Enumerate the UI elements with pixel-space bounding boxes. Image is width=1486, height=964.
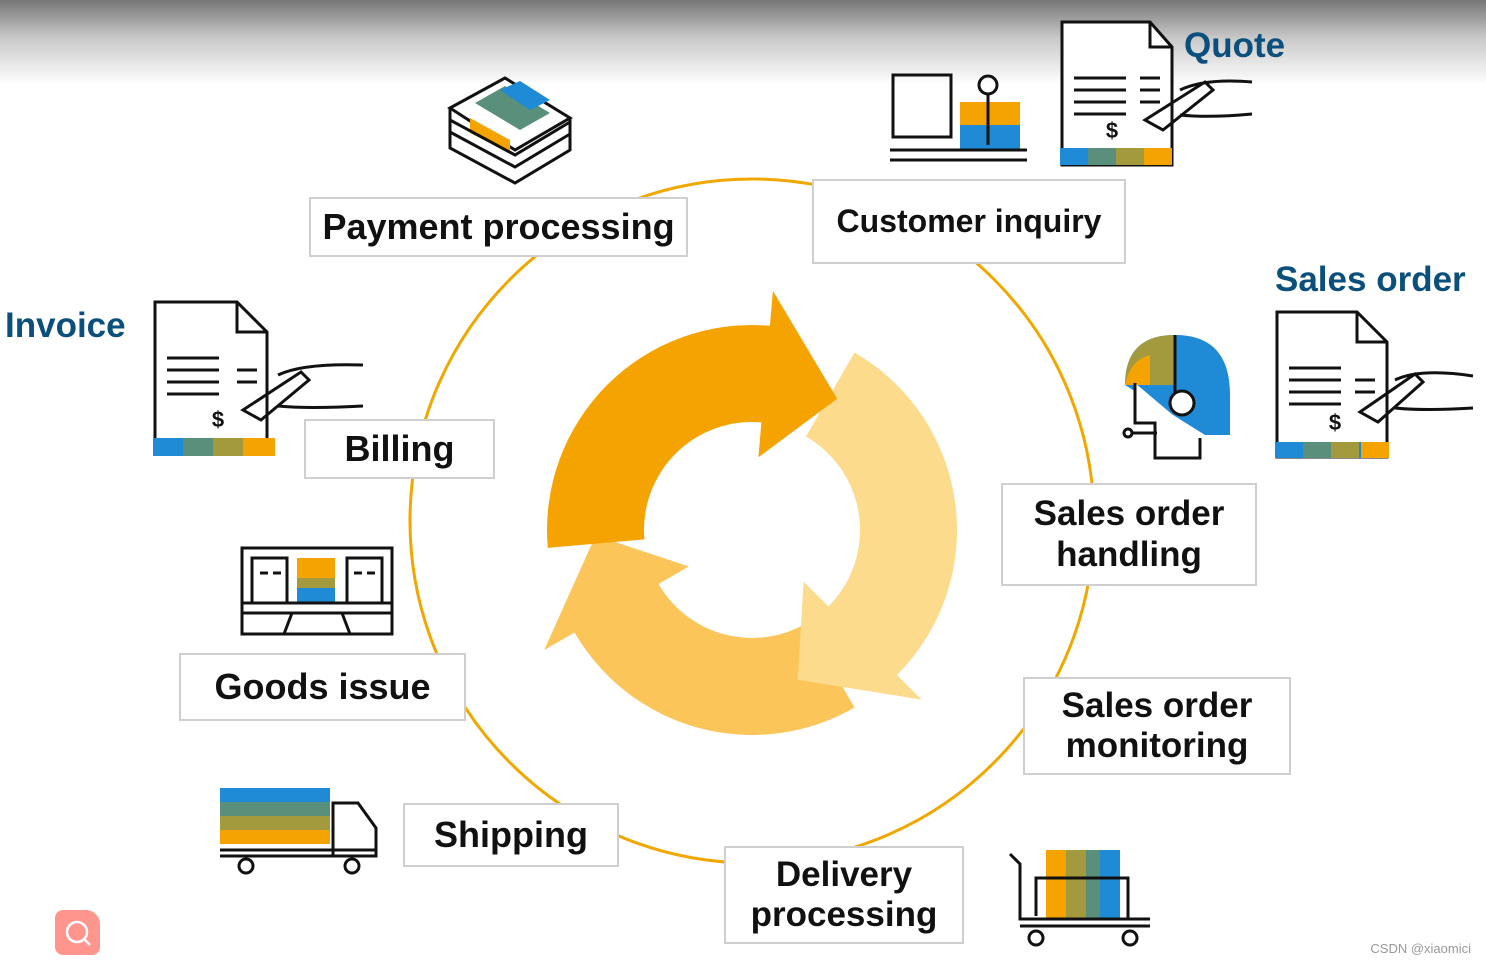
cycle-arrows xyxy=(544,290,958,735)
search-button[interactable] xyxy=(55,910,100,955)
step-label: Sales order xyxy=(1061,685,1253,725)
step-label: processing xyxy=(750,895,938,934)
cycle-diagram: $ $ $ xyxy=(153,20,1474,947)
step-delivery-processing: Delivery processing xyxy=(724,846,964,944)
watermark: CSDN @xiaomici xyxy=(1370,941,1471,956)
step-label: Billing xyxy=(344,428,455,470)
doc-label-invoice: Invoice xyxy=(5,306,126,345)
step-label: Delivery xyxy=(775,854,913,894)
doc-label-sales-order: Sales order xyxy=(1275,260,1466,299)
step-label: monitoring xyxy=(1065,726,1249,765)
step-billing: Billing xyxy=(304,419,495,479)
step-shipping: Shipping xyxy=(403,803,619,867)
step-label: Customer inquiry xyxy=(836,203,1102,240)
step-payment-processing: Payment processing xyxy=(309,197,688,257)
svg-text:$: $ xyxy=(1106,118,1118,143)
warehouse-icon xyxy=(240,546,394,636)
step-label: Goods issue xyxy=(214,666,431,708)
arrow-dark xyxy=(547,290,838,548)
truck-icon xyxy=(220,788,378,875)
doc-label-quote: Quote xyxy=(1184,26,1286,65)
step-customer-inquiry: Customer inquiry xyxy=(812,179,1126,264)
step-sales-order-handling: Sales order handling xyxy=(1001,483,1257,586)
svg-text:$: $ xyxy=(212,407,224,432)
step-sales-order-monitoring: Sales order monitoring xyxy=(1023,677,1291,775)
cash-stack-icon xyxy=(447,76,573,185)
step-label: Payment processing xyxy=(322,206,675,248)
step-label: handling xyxy=(1056,534,1202,574)
process-ring xyxy=(408,177,1096,865)
cart-icon xyxy=(1008,850,1150,947)
search-icon xyxy=(65,920,91,946)
step-label: Sales order xyxy=(1033,494,1225,534)
agent-headset-icon xyxy=(1122,335,1230,460)
step-goods-issue: Goods issue xyxy=(179,653,466,721)
step-label: Shipping xyxy=(434,814,588,856)
document-sign-icon: $ xyxy=(1275,310,1474,459)
customer-desk-icon xyxy=(890,73,1027,162)
svg-text:$: $ xyxy=(1329,410,1341,435)
